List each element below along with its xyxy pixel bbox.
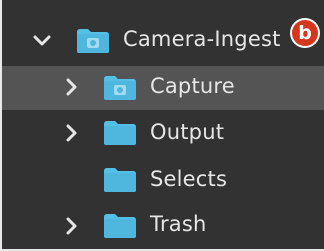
tree-item-label: Output xyxy=(150,120,225,144)
folder-icon xyxy=(104,168,136,192)
folder-tree-panel: Camera-Ingest Capture Output Selects Tra… xyxy=(0,0,324,251)
chevron-right-icon[interactable] xyxy=(63,78,81,96)
folder-camera-icon xyxy=(104,76,136,100)
tree-item-label: Capture xyxy=(150,74,235,98)
tree-item-label: Selects xyxy=(150,167,228,191)
tree-item-label: Camera-Ingest xyxy=(123,27,281,51)
chevron-down-icon[interactable] xyxy=(33,32,51,50)
chevron-right-icon[interactable] xyxy=(63,124,81,142)
folder-icon xyxy=(104,121,136,145)
callout-badge: b xyxy=(292,20,318,46)
tree-item-capture[interactable]: Capture xyxy=(2,66,324,110)
tree-item-label: Trash xyxy=(150,212,207,236)
folder-icon xyxy=(104,214,136,238)
folder-camera-icon xyxy=(77,29,109,53)
tree-item-trash[interactable]: Trash xyxy=(2,204,324,248)
tree-item-output[interactable]: Output xyxy=(2,110,324,156)
tree-item-selects[interactable]: Selects xyxy=(2,156,324,204)
chevron-right-icon[interactable] xyxy=(63,217,81,235)
tree-item-camera-ingest[interactable]: Camera-Ingest xyxy=(2,16,324,66)
